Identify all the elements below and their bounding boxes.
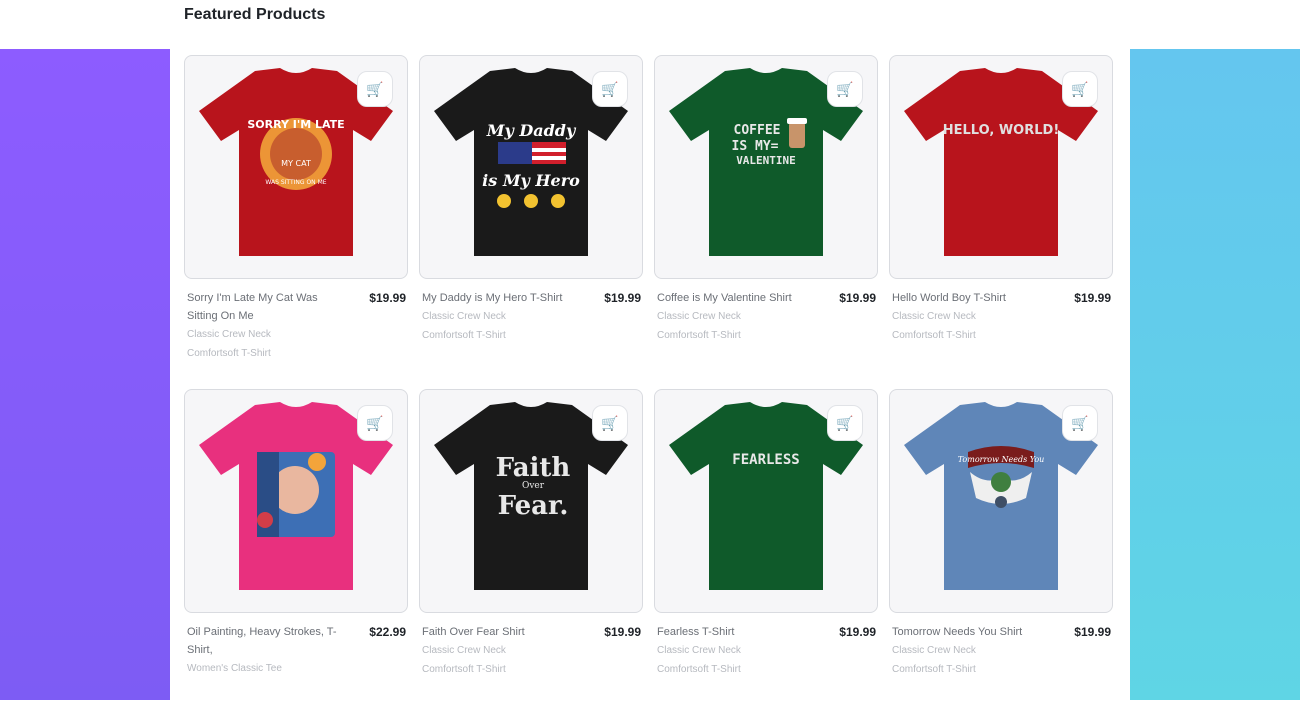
- add-to-cart-button[interactable]: 🛒: [357, 405, 393, 441]
- product-grid: SORRY I'M LATE MY CAT WAS SITTING ON ME …: [184, 55, 1114, 723]
- cart-icon: 🛒: [366, 414, 384, 431]
- product-price: $19.99: [604, 291, 641, 305]
- design-text: IS MY=: [732, 139, 779, 154]
- product-title[interactable]: Sorry I'm Late My Cat Was Sitting On Me: [187, 289, 342, 325]
- cart-icon: 🛒: [836, 80, 854, 97]
- design-text: FEARLESS: [732, 452, 799, 468]
- product-title[interactable]: Coffee is My Valentine Shirt: [657, 289, 812, 307]
- cart-icon: 🛒: [366, 80, 384, 97]
- add-to-cart-button[interactable]: 🛒: [827, 71, 863, 107]
- design-text: COFFEE: [734, 123, 781, 138]
- design-text: is My Hero: [482, 171, 580, 190]
- design-text: Tomorrow Needs You: [958, 455, 1045, 464]
- product-material: Comfortsoft T-Shirt: [422, 330, 506, 341]
- product-image[interactable]: 🛒: [184, 389, 408, 613]
- design-text: My Daddy: [486, 121, 577, 140]
- add-to-cart-button[interactable]: 🛒: [827, 405, 863, 441]
- design-text: Faith: [496, 453, 571, 483]
- product-price: $19.99: [1074, 291, 1111, 305]
- cart-icon: 🛒: [836, 414, 854, 431]
- product-card[interactable]: COFFEE IS MY= VALENTINE 🛒 Coffee is My V…: [654, 55, 878, 389]
- cart-icon: 🛒: [601, 80, 619, 97]
- product-image[interactable]: FEARLESS 🛒: [654, 389, 878, 613]
- product-material: Comfortsoft T-Shirt: [892, 664, 976, 675]
- product-title[interactable]: Oil Painting, Heavy Strokes, T-Shirt,: [187, 623, 342, 659]
- design-text: HELLO, WORLD!: [943, 123, 1060, 138]
- design-text: Fear.: [498, 491, 569, 521]
- left-decor-panel: [0, 49, 170, 700]
- add-to-cart-button[interactable]: 🛒: [1062, 71, 1098, 107]
- cart-icon: 🛒: [601, 414, 619, 431]
- product-style: Classic Crew Neck: [422, 311, 506, 322]
- cart-icon: 🛒: [1071, 80, 1089, 97]
- design-text: WAS SITTING ON ME: [265, 179, 326, 186]
- product-material: Comfortsoft T-Shirt: [657, 664, 741, 675]
- product-price: $19.99: [369, 291, 406, 305]
- product-price: $19.99: [839, 291, 876, 305]
- product-card[interactable]: 🛒 Oil Painting, Heavy Strokes, T-Shirt, …: [184, 389, 408, 723]
- product-style: Classic Crew Neck: [187, 329, 271, 340]
- product-card[interactable]: My Daddy is My Hero 🛒 My Daddy is My Her…: [419, 55, 643, 389]
- product-title[interactable]: Hello World Boy T-Shirt: [892, 289, 1047, 307]
- add-to-cart-button[interactable]: 🛒: [592, 405, 628, 441]
- product-style: Women's Classic Tee: [187, 663, 282, 674]
- product-price: $19.99: [604, 625, 641, 639]
- right-decor-panel: [1130, 49, 1300, 700]
- add-to-cart-button[interactable]: 🛒: [592, 71, 628, 107]
- add-to-cart-button[interactable]: 🛒: [357, 71, 393, 107]
- product-card[interactable]: FEARLESS 🛒 Fearless T-Shirt $19.99 Class…: [654, 389, 878, 723]
- product-title[interactable]: Fearless T-Shirt: [657, 623, 812, 641]
- product-style: Classic Crew Neck: [892, 645, 976, 656]
- product-image[interactable]: Tomorrow Needs You 🛒: [889, 389, 1113, 613]
- product-style: Classic Crew Neck: [657, 311, 741, 322]
- product-image[interactable]: Faith Over Fear. 🛒: [419, 389, 643, 613]
- design-text: VALENTINE: [736, 154, 796, 167]
- product-card[interactable]: Tomorrow Needs You 🛒 Tomorrow Needs You …: [889, 389, 1113, 723]
- product-material: Comfortsoft T-Shirt: [422, 664, 506, 675]
- cart-icon: 🛒: [1071, 414, 1089, 431]
- design-text: SORRY I'M LATE: [247, 118, 344, 131]
- product-material: Comfortsoft T-Shirt: [892, 330, 976, 341]
- product-image[interactable]: COFFEE IS MY= VALENTINE 🛒: [654, 55, 878, 279]
- product-image[interactable]: SORRY I'M LATE MY CAT WAS SITTING ON ME …: [184, 55, 408, 279]
- product-title[interactable]: Faith Over Fear Shirt: [422, 623, 577, 641]
- product-material: Comfortsoft T-Shirt: [657, 330, 741, 341]
- product-price: $22.99: [369, 625, 406, 639]
- product-style: Classic Crew Neck: [892, 311, 976, 322]
- product-image[interactable]: My Daddy is My Hero 🛒: [419, 55, 643, 279]
- product-style: Classic Crew Neck: [422, 645, 506, 656]
- product-price: $19.99: [1074, 625, 1111, 639]
- product-card[interactable]: Faith Over Fear. 🛒 Faith Over Fear Shirt…: [419, 389, 643, 723]
- product-style: Classic Crew Neck: [657, 645, 741, 656]
- product-image[interactable]: HELLO, WORLD! 🛒: [889, 55, 1113, 279]
- product-card[interactable]: HELLO, WORLD! 🛒 Hello World Boy T-Shirt …: [889, 55, 1113, 389]
- section-title: Featured Products: [184, 6, 326, 23]
- product-card[interactable]: SORRY I'M LATE MY CAT WAS SITTING ON ME …: [184, 55, 408, 389]
- product-title[interactable]: Tomorrow Needs You Shirt: [892, 623, 1047, 641]
- product-title[interactable]: My Daddy is My Hero T-Shirt: [422, 289, 577, 307]
- product-material: Comfortsoft T-Shirt: [187, 348, 271, 359]
- design-text: Over: [522, 481, 545, 491]
- design-text: MY CAT: [281, 159, 311, 168]
- product-price: $19.99: [839, 625, 876, 639]
- add-to-cart-button[interactable]: 🛒: [1062, 405, 1098, 441]
